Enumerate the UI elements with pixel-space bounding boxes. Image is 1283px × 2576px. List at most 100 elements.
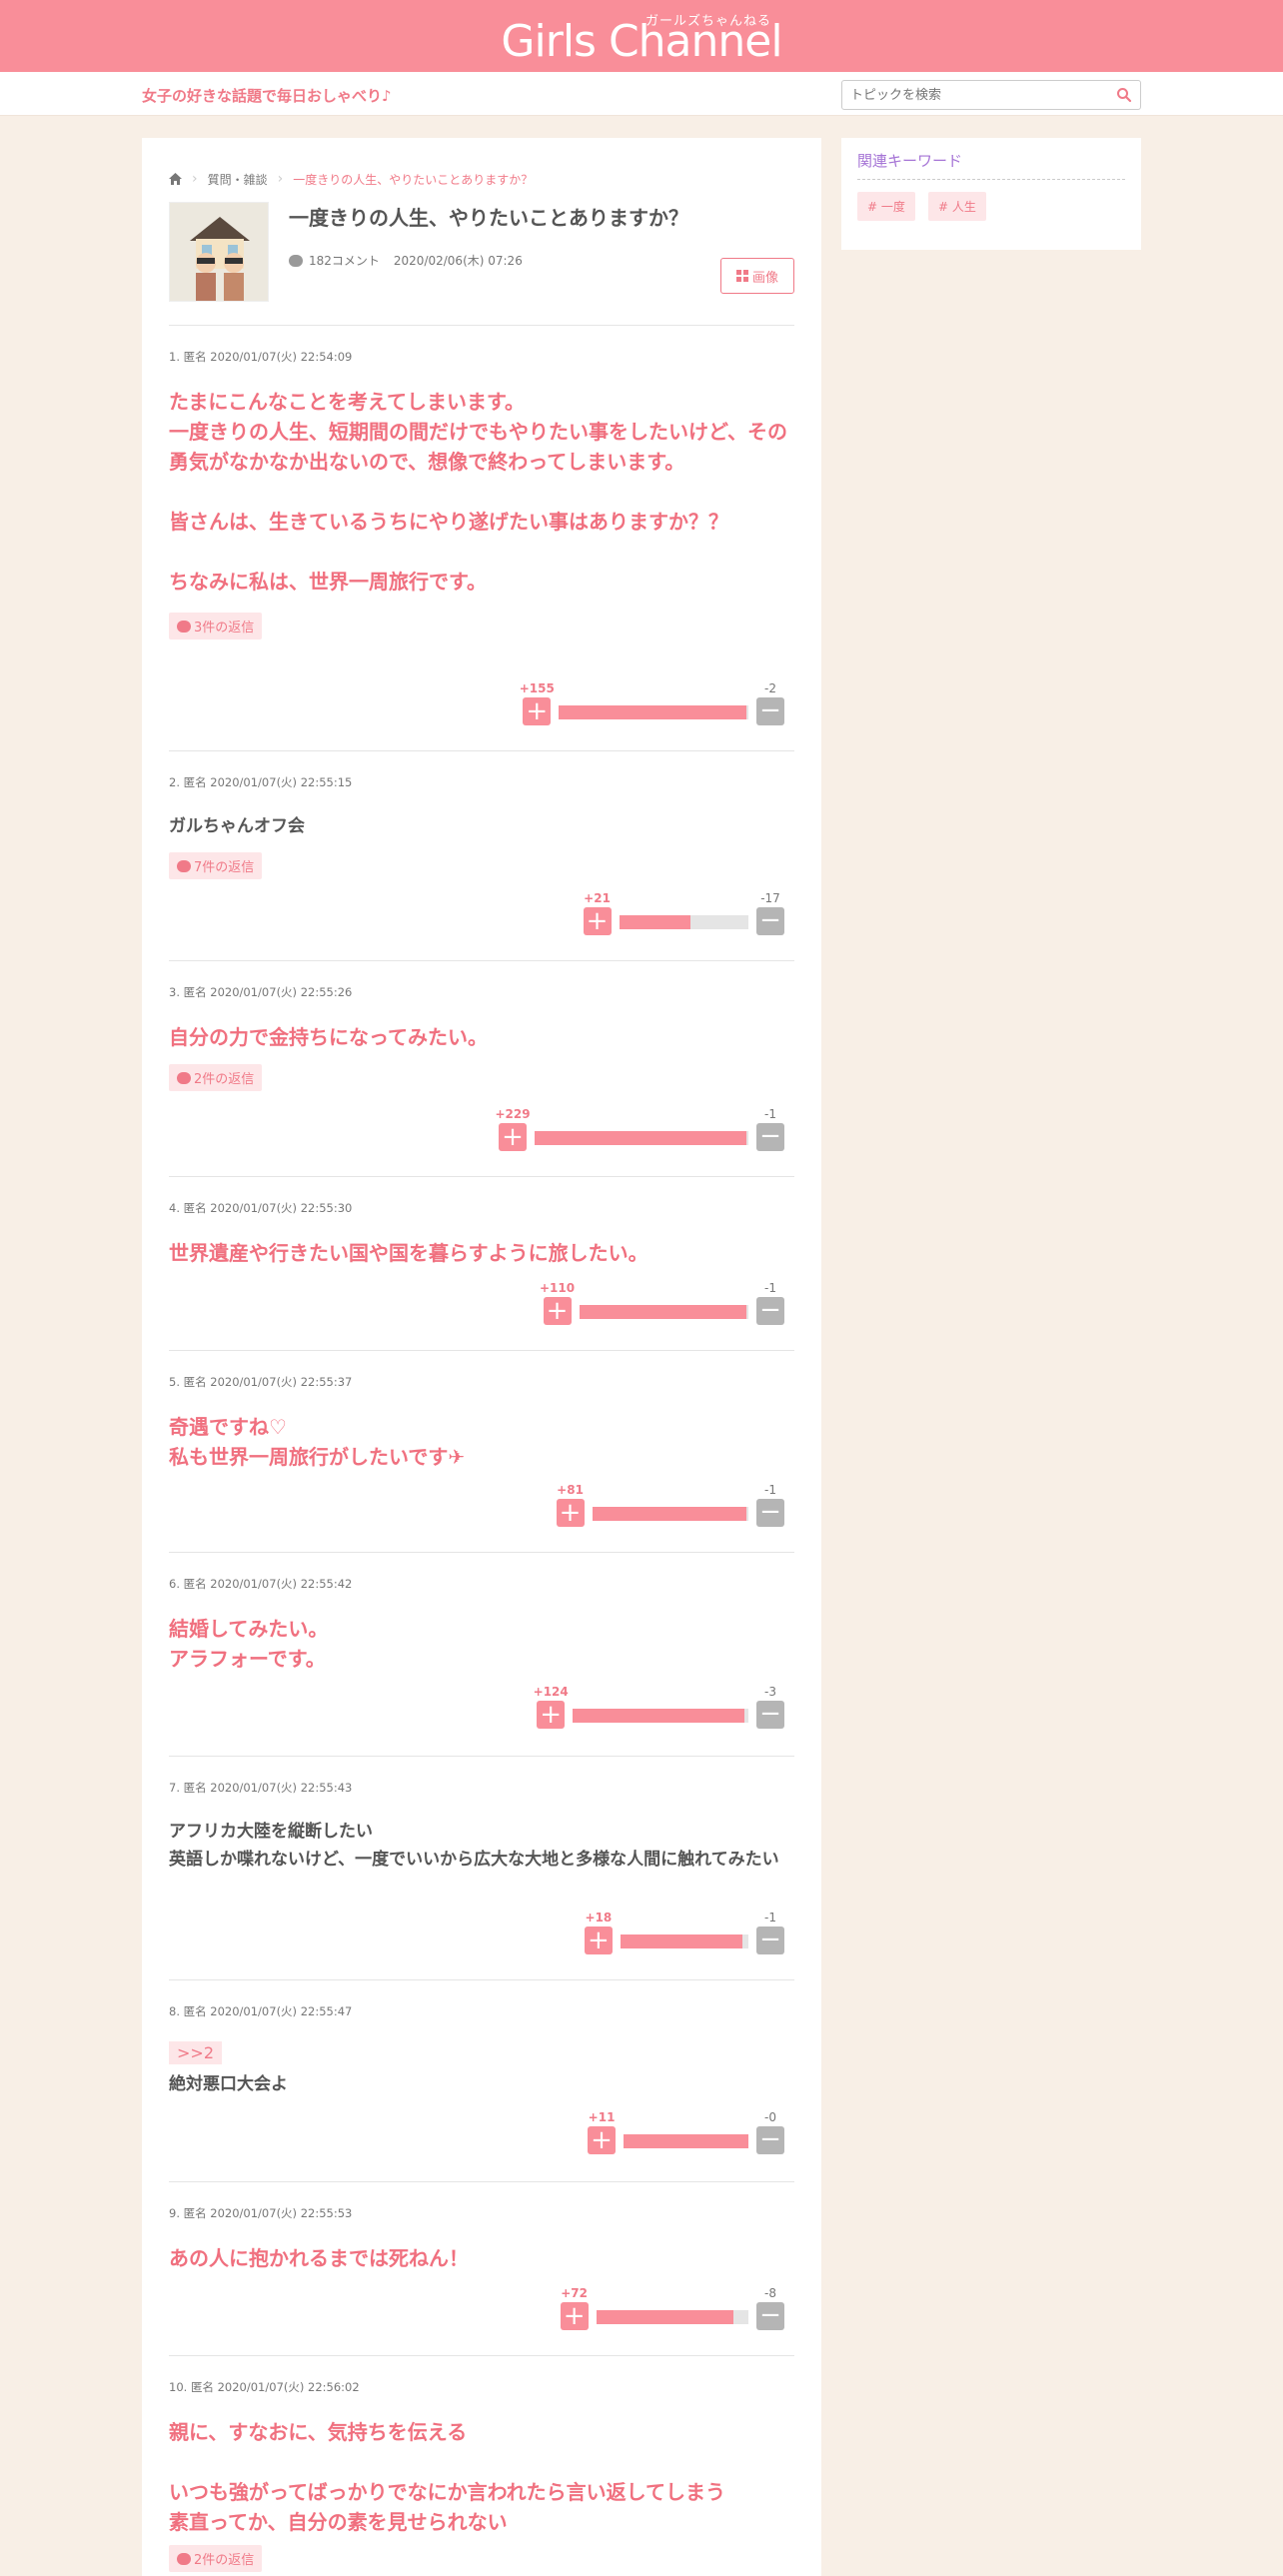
comment-body: 絶対悪口大会よ <box>169 2074 288 2094</box>
comment-item: 4. 匿名 2020/01/07(火) 22:55:30 世界遺産や行きたい国や… <box>169 1177 794 1351</box>
comment-body: ガルちゃんオフ会 <box>169 816 305 836</box>
plus-count: +81 <box>557 1483 584 1497</box>
plus-vote-button[interactable]: + <box>523 697 552 725</box>
plus-count: +155 <box>519 681 555 695</box>
minus-count: -1 <box>764 1911 776 1925</box>
comment-body: 自分の力で金持ちになってみたい。 <box>169 1025 488 1049</box>
keyword-tag[interactable]: # 人生 <box>927 192 986 221</box>
replies-button[interactable]: 2件の返信 <box>169 2545 263 2572</box>
image-gallery-button[interactable]: 画像 <box>720 258 794 294</box>
plus-vote-button[interactable]: + <box>584 1927 613 1954</box>
plus-vote-button[interactable]: + <box>543 1297 572 1325</box>
minus-count: -2 <box>764 681 776 695</box>
vote-widget: +110 + -1 − <box>540 1281 784 1329</box>
comment-item: 8. 匿名 2020/01/07(火) 22:55:47 >>2 絶対悪口大会よ… <box>169 1980 794 2182</box>
vote-ratio-fill <box>620 1934 742 1948</box>
vote-ratio-fill <box>559 705 747 719</box>
home-icon[interactable] <box>169 173 182 185</box>
plus-count: +229 <box>495 1107 531 1121</box>
comment-meta: 10. 匿名 2020/01/07(火) 22:56:02 <box>169 2380 360 2394</box>
replies-label: 2件の返信 <box>194 1072 255 1087</box>
vote-widget: +72 + -8 − <box>560 2286 784 2334</box>
comment-bubble-icon <box>289 254 303 267</box>
plus-vote-button[interactable]: + <box>556 1499 585 1527</box>
comment-item: 3. 匿名 2020/01/07(火) 22:55:26 自分の力で金持ちになっ… <box>169 961 794 1177</box>
plus-vote-button[interactable]: + <box>537 1701 566 1729</box>
breadcrumb-category[interactable]: 質問・雑談 <box>208 171 268 188</box>
logo-kana: ガールズちゃんねる <box>645 14 772 29</box>
comment-body: 世界遺産や行きたい国や国を暮らすように旅したい。 <box>169 1241 648 1265</box>
topic-comment-count: 182コメント <box>309 254 380 268</box>
sidebar-related-keywords: 関連キーワード # 一度 # 人生 <box>841 138 1141 250</box>
comment-meta: 3. 匿名 2020/01/07(火) 22:55:26 <box>169 985 353 999</box>
vote-ratio-bar <box>596 2310 748 2324</box>
minus-count: -0 <box>764 2110 776 2124</box>
chevron-right-icon: › <box>192 171 198 187</box>
vote-ratio-bar <box>559 705 748 719</box>
replies-label: 7件の返信 <box>194 860 255 875</box>
keyword-tag[interactable]: # 一度 <box>857 192 915 221</box>
site-tagline: 女子の好きな話題で毎日おしゃべり♪ <box>142 87 392 105</box>
plus-vote-button[interactable]: + <box>583 907 612 935</box>
comment-meta: 6. 匿名 2020/01/07(火) 22:55:42 <box>169 1577 353 1591</box>
minus-vote-button[interactable]: − <box>756 1499 784 1527</box>
minus-vote-button[interactable]: − <box>756 2302 784 2330</box>
search-input[interactable] <box>842 81 1102 109</box>
minus-vote-button[interactable]: − <box>756 1123 784 1151</box>
topic-date: 2020/02/06(木) 07:26 <box>393 254 523 268</box>
vote-ratio-bar <box>619 915 748 929</box>
minus-vote-button[interactable]: − <box>756 2126 784 2154</box>
vote-ratio-fill <box>573 1709 745 1723</box>
vote-widget: +155 + -2 − <box>519 681 784 729</box>
replies-button[interactable]: 2件の返信 <box>169 1064 263 1091</box>
vote-ratio-fill <box>619 915 690 929</box>
minus-vote-button[interactable]: − <box>756 1927 784 1954</box>
vote-widget: +18 + -1 − <box>584 1911 784 1958</box>
vote-widget: +21 + -17 − <box>583 891 784 939</box>
replies-label: 3件の返信 <box>194 621 255 636</box>
reply-anchor-link[interactable]: >>2 <box>169 2041 222 2064</box>
vote-ratio-bar <box>579 1305 748 1319</box>
vote-ratio-bar <box>535 1131 748 1145</box>
minus-vote-button[interactable]: − <box>756 1297 784 1325</box>
topic-meta: 182コメント 2020/02/06(木) 07:26 <box>289 252 523 269</box>
comment-bubble-icon <box>177 1072 191 1084</box>
vote-widget: +81 + -1 − <box>556 1483 784 1531</box>
site-header: ガールズちゃんねる Girls Channel <box>0 0 1283 72</box>
site-logo[interactable]: ガールズちゃんねる Girls Channel <box>0 6 1283 67</box>
comment-body: アフリカ大陸を縦断したい 英語しか喋れないけど、一度でいいから広大な大地と多様な… <box>169 1822 779 1870</box>
search-icon[interactable] <box>1116 87 1132 103</box>
plus-vote-button[interactable]: + <box>560 2302 589 2330</box>
search-box <box>841 80 1141 110</box>
vote-ratio-bar <box>573 1709 748 1723</box>
replies-button[interactable]: 3件の返信 <box>169 613 263 640</box>
vote-widget: +229 + -1 − <box>495 1107 784 1155</box>
comment-item: 5. 匿名 2020/01/07(火) 22:55:37 奇遇ですね♡ 私も世界… <box>169 1351 794 1553</box>
plus-vote-button[interactable]: + <box>588 2126 617 2154</box>
comment-meta: 9. 匿名 2020/01/07(火) 22:55:53 <box>169 2206 353 2220</box>
comment-bubble-icon <box>177 2553 191 2565</box>
comment-body: あの人に抱かれるまでは死ねん！ <box>169 2246 469 2270</box>
minus-count: -1 <box>764 1107 776 1121</box>
vote-ratio-fill <box>579 1305 747 1319</box>
breadcrumb: › 質問・雑談 › 一度きりの人生、やりたいことありますか？ <box>169 138 794 196</box>
plus-count: +18 <box>585 1911 613 1925</box>
vote-ratio-bar <box>592 1507 748 1521</box>
chevron-right-icon: › <box>277 171 284 187</box>
comment-body: たまにこんなことを考えてしまいます。 一度きりの人生、短期間の間だけでもやりたい… <box>169 390 787 594</box>
topic-thumbnail[interactable] <box>169 202 269 302</box>
plus-vote-button[interactable]: + <box>499 1123 527 1151</box>
minus-count: -3 <box>764 1685 776 1699</box>
plus-count: +11 <box>588 2110 616 2124</box>
vote-ratio-bar <box>624 2134 748 2148</box>
vote-widget: +124 + -3 − <box>534 1685 784 1733</box>
minus-vote-button[interactable]: − <box>756 697 784 725</box>
comment-body: 親に、すなおに、気持ちを伝える いつも強がってばっかりでなにか言われたら言い返し… <box>169 2420 725 2534</box>
minus-vote-button[interactable]: − <box>756 907 784 935</box>
comment-item: 10. 匿名 2020/01/07(火) 22:56:02 親に、すなおに、気持… <box>169 2356 794 2572</box>
topic-title: 一度きりの人生、やりたいことありますか？ <box>289 206 688 230</box>
breadcrumb-current: 一度きりの人生、やりたいことありますか？ <box>293 172 534 187</box>
comment-meta: 8. 匿名 2020/01/07(火) 22:55:47 <box>169 2004 353 2018</box>
replies-button[interactable]: 7件の返信 <box>169 852 263 879</box>
minus-vote-button[interactable]: − <box>756 1701 784 1729</box>
